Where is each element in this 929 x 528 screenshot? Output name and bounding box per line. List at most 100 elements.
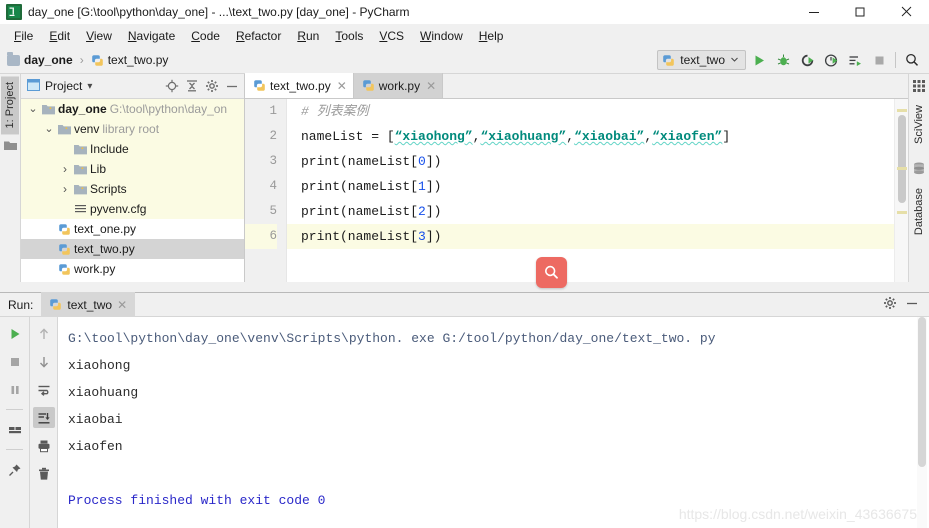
run-console-output[interactable]: G:\tool\python\day_one\venv\Scripts\pyth… bbox=[58, 317, 929, 528]
run-window-body: G:\tool\python\day_one\venv\Scripts\pyth… bbox=[0, 317, 929, 528]
code-token-plain: nameList = [ bbox=[301, 129, 395, 144]
profile-button[interactable] bbox=[820, 49, 842, 71]
menu-item-edit[interactable]: Edit bbox=[41, 27, 78, 45]
code-line[interactable]: print(nameList[1]) bbox=[301, 174, 894, 199]
editor-tab[interactable]: text_two.py ✕ bbox=[245, 73, 354, 98]
console-scrollbar[interactable] bbox=[917, 317, 927, 528]
tree-node[interactable]: text_one.py bbox=[21, 219, 244, 239]
folder-icon[interactable] bbox=[3, 140, 17, 154]
code-token-plain: ] bbox=[722, 129, 731, 144]
code-token-plain: print(nameList[ bbox=[301, 229, 419, 244]
code-line[interactable]: print(nameList[3]) bbox=[287, 224, 894, 249]
tree-node[interactable]: ⌄ venv library root bbox=[21, 119, 244, 139]
rerun-button[interactable] bbox=[4, 323, 26, 344]
editor-marker-strip[interactable] bbox=[894, 99, 908, 282]
line-number: 3 bbox=[269, 154, 277, 168]
database-icon bbox=[913, 162, 925, 178]
python-file-icon bbox=[58, 243, 71, 256]
project-tree[interactable]: ⌄ day_one G:\tool\python\day_on ⌄ venv libr… bbox=[21, 99, 244, 282]
console-line: xiaobai bbox=[68, 412, 123, 427]
chevron-down-icon[interactable] bbox=[730, 53, 739, 67]
menu-item-window[interactable]: Window bbox=[412, 27, 471, 45]
collapse-all-button[interactable] bbox=[183, 78, 200, 95]
project-panel-caret-icon[interactable]: ▾ bbox=[87, 81, 92, 92]
print-button[interactable] bbox=[33, 435, 55, 456]
sidebar-item-sciview[interactable]: SciView bbox=[910, 99, 928, 150]
console-line: xiaohong bbox=[68, 358, 131, 373]
project-view-icon bbox=[27, 78, 40, 94]
search-everywhere-button[interactable] bbox=[901, 49, 923, 71]
close-icon[interactable]: ✕ bbox=[426, 79, 436, 93]
tree-node[interactable]: work.py bbox=[21, 259, 244, 279]
close-icon[interactable]: ✕ bbox=[117, 298, 127, 312]
sidebar-item-project[interactable]: 1: Project bbox=[1, 76, 19, 135]
close-button[interactable] bbox=[883, 0, 929, 24]
chevron-down-icon[interactable]: ⌄ bbox=[43, 124, 55, 135]
code-token-str: “xiaofen” bbox=[652, 129, 723, 144]
tree-node[interactable]: pyvenv.cfg bbox=[21, 199, 244, 219]
chevron-right-icon[interactable]: › bbox=[59, 182, 71, 196]
minimize-button[interactable] bbox=[791, 0, 837, 24]
console-line: xiaofen bbox=[68, 439, 123, 454]
code-token-num: 3 bbox=[418, 229, 426, 244]
menu-item-refactor[interactable]: Refactor bbox=[228, 27, 289, 45]
menu-item-vcs[interactable]: VCS bbox=[371, 27, 412, 45]
settings-gear-button[interactable] bbox=[203, 78, 220, 95]
menu-item-run[interactable]: Run bbox=[289, 27, 327, 45]
sidebar-item-database[interactable]: Database bbox=[910, 182, 928, 241]
menu-item-code[interactable]: Code bbox=[183, 27, 228, 45]
breadcrumb-file[interactable]: text_two.py bbox=[108, 53, 169, 67]
tree-node[interactable]: Include bbox=[21, 139, 244, 159]
down-the-stack-trace-button[interactable] bbox=[33, 351, 55, 372]
hide-panel-button[interactable] bbox=[223, 78, 240, 95]
tree-node[interactable]: ⌄ day_one G:\tool\python\day_on bbox=[21, 99, 244, 119]
stop-process-button[interactable] bbox=[4, 351, 26, 372]
locate-file-button[interactable] bbox=[163, 78, 180, 95]
run-button[interactable] bbox=[748, 49, 770, 71]
code-editor[interactable]: 123456 # 列表案例 nameList = [“xiaohong”,“xia… bbox=[245, 99, 908, 282]
maximize-button[interactable] bbox=[837, 0, 883, 24]
run-left-toolbar bbox=[0, 317, 29, 528]
hide-run-panel-button[interactable] bbox=[905, 296, 919, 313]
run-configuration-selector[interactable]: text_two bbox=[657, 50, 746, 70]
breadcrumb-project[interactable]: day_one bbox=[24, 53, 73, 67]
scroll-to-end-button[interactable] bbox=[32, 407, 55, 428]
code-line[interactable]: print(nameList[2]) bbox=[301, 199, 894, 224]
menu-item-view[interactable]: View bbox=[78, 27, 120, 45]
pin-tab-button[interactable] bbox=[4, 459, 26, 480]
chevron-right-icon[interactable]: › bbox=[59, 162, 71, 176]
code-line[interactable]: print(nameList[0]) bbox=[301, 149, 894, 174]
code-line[interactable]: # 列表案例 bbox=[301, 99, 894, 124]
run-tab[interactable]: text_two ✕ bbox=[41, 292, 136, 317]
pause-output-button[interactable] bbox=[4, 379, 26, 400]
error-stripe-mark bbox=[897, 211, 907, 214]
tree-node[interactable]: › Scripts bbox=[21, 179, 244, 199]
menu-item-file[interactable]: File bbox=[6, 27, 41, 45]
run-with-console-button[interactable] bbox=[844, 49, 866, 71]
tree-node[interactable]: › Lib bbox=[21, 159, 244, 179]
run-settings-gear-button[interactable] bbox=[883, 296, 897, 313]
chevron-down-icon[interactable]: ⌄ bbox=[27, 104, 39, 115]
show-console-button[interactable] bbox=[4, 419, 26, 440]
stop-button[interactable] bbox=[868, 49, 890, 71]
editor-tab[interactable]: work.py ✕ bbox=[353, 73, 444, 98]
menu-item-navigate[interactable]: Navigate bbox=[120, 27, 183, 45]
tree-node[interactable]: text_two.py bbox=[21, 239, 244, 259]
search-overlay-button[interactable] bbox=[536, 257, 567, 288]
navigation-toolbar: day_one › text_two.py text_two bbox=[0, 47, 929, 74]
code-line[interactable]: nameList = [“xiaohong”,“xiaohuang”,“xiao… bbox=[301, 124, 894, 149]
editor-scrollbar[interactable] bbox=[898, 115, 906, 203]
up-the-stack-trace-button[interactable] bbox=[33, 323, 55, 344]
soft-wrap-button[interactable] bbox=[33, 379, 55, 400]
code-token-str: “xiaohuang” bbox=[480, 129, 567, 144]
menu-item-tools[interactable]: Tools bbox=[327, 27, 371, 45]
tree-node[interactable]: ›External Libraries bbox=[21, 279, 244, 282]
menu-item-help[interactable]: Help bbox=[471, 27, 512, 45]
editor-tab-label: work.py bbox=[378, 78, 421, 93]
clear-all-button[interactable] bbox=[33, 463, 55, 484]
folder-icon bbox=[42, 104, 55, 115]
debug-button[interactable] bbox=[772, 49, 794, 71]
run-with-coverage-button[interactable] bbox=[796, 49, 818, 71]
code-content[interactable]: # 列表案例 nameList = [“xiaohong”,“xiaohuang”… bbox=[287, 99, 894, 282]
close-icon[interactable]: ✕ bbox=[337, 79, 347, 93]
